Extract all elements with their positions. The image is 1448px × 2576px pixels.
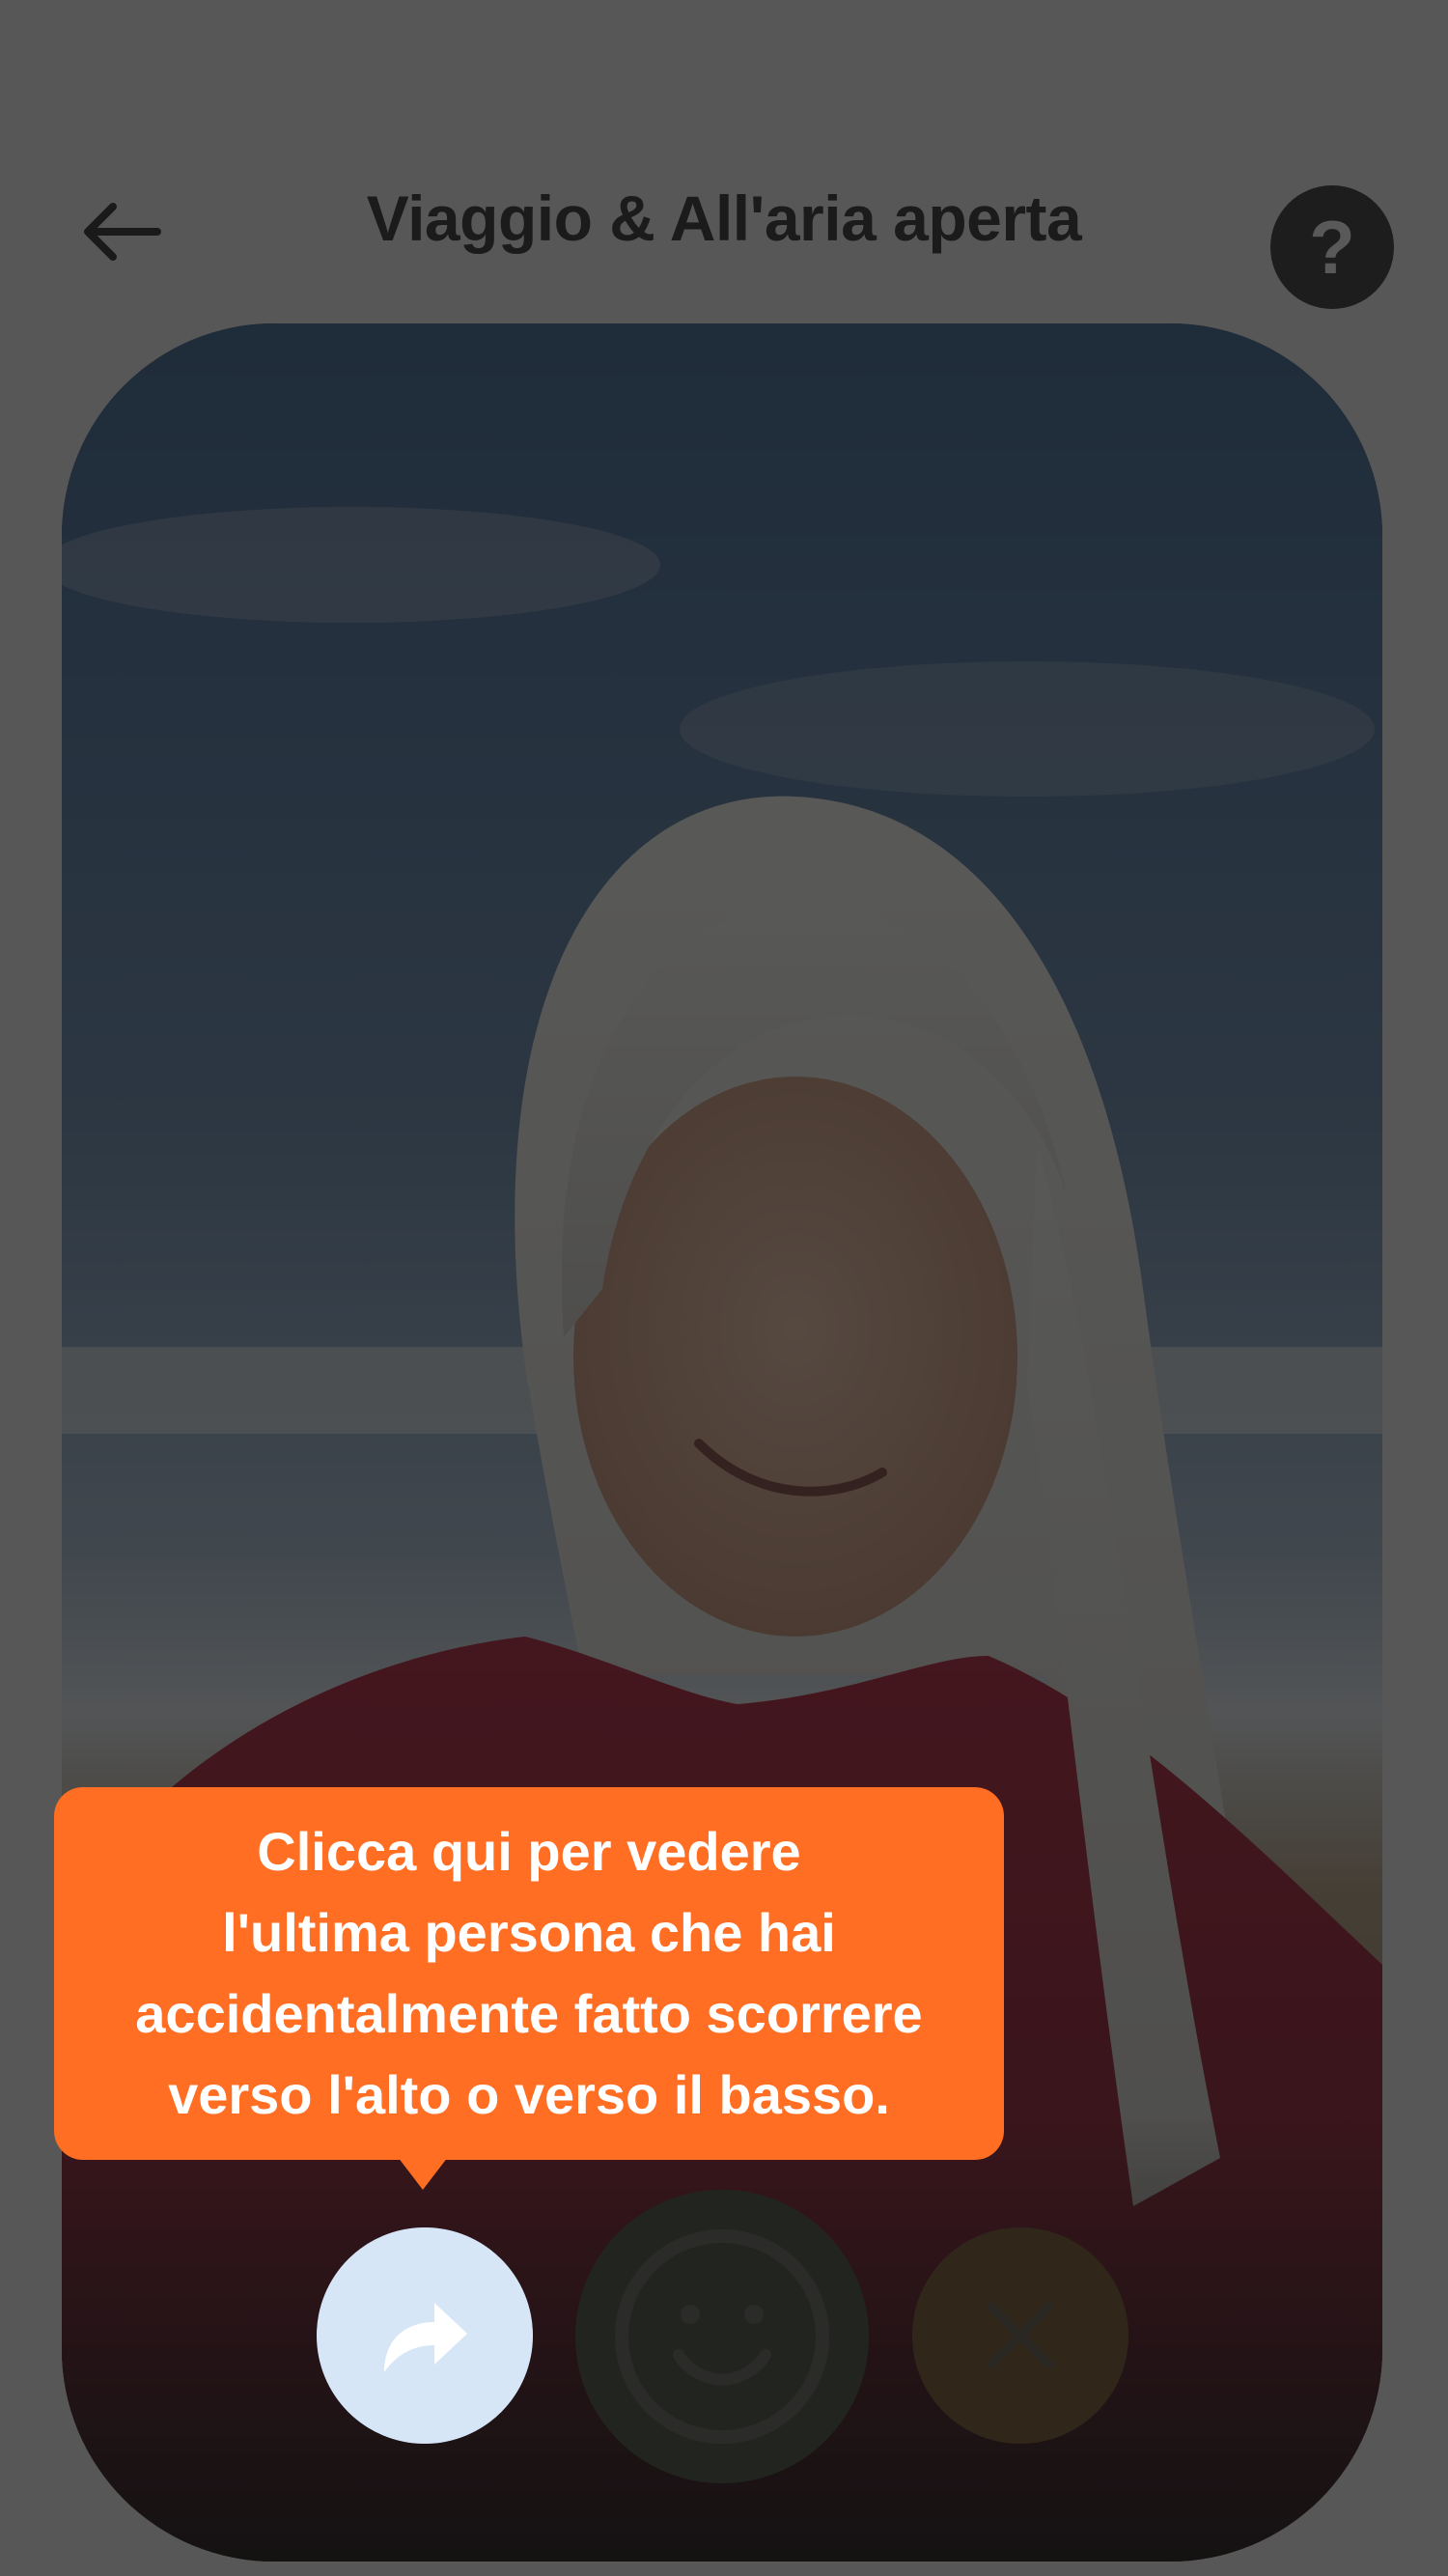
rewind-button-highlight[interactable] <box>317 2227 533 2444</box>
rewind-share-icon <box>384 2303 467 2372</box>
close-icon <box>987 2302 1054 2369</box>
rewind-tooltip[interactable]: Clicca qui per vedere l'ultima persona c… <box>54 1787 1004 2160</box>
smiley-icon <box>615 2229 829 2444</box>
tooltip-text: Clicca qui per vedere l'ultima persona c… <box>135 1821 923 2125</box>
help-button[interactable]: ? <box>1270 185 1394 309</box>
tooltip-pointer <box>398 2157 448 2190</box>
dismiss-button[interactable] <box>912 2227 1128 2444</box>
app-screen: Viaggio & All'aria aperta ? Clicca qui p… <box>0 0 1448 2576</box>
like-button[interactable] <box>575 2190 869 2483</box>
page-title: Viaggio & All'aria aperta <box>366 182 1082 254</box>
header: Viaggio & All'aria aperta ? <box>0 145 1448 319</box>
